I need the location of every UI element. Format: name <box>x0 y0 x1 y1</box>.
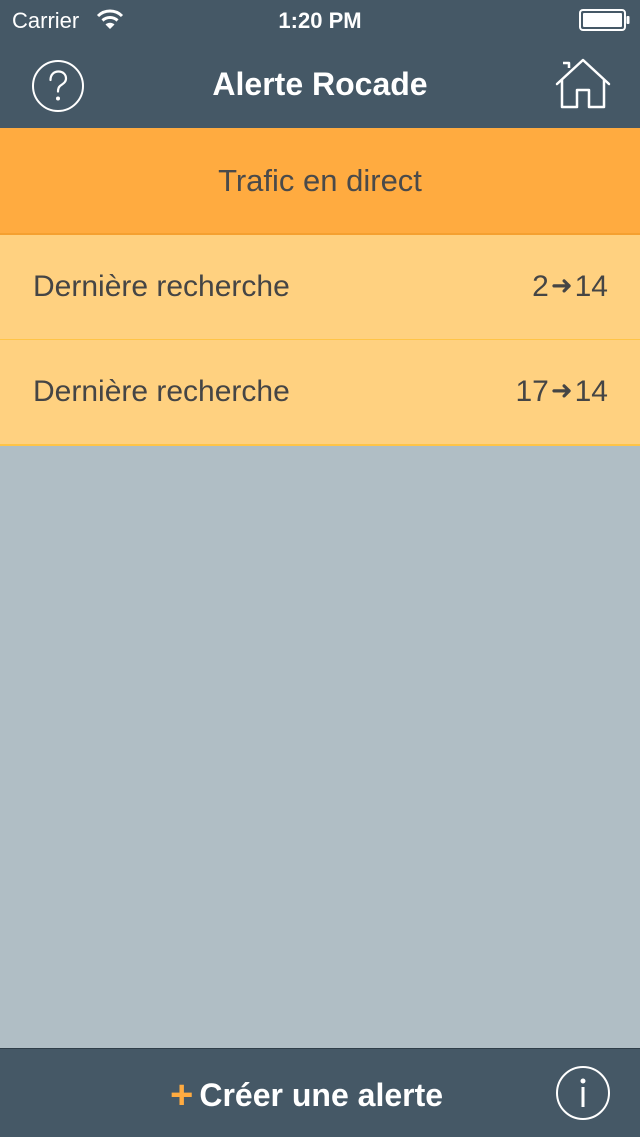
plus-icon: + <box>170 1073 194 1117</box>
home-icon[interactable] <box>555 57 611 111</box>
bottom-toolbar: + Créer une alerte <box>0 1048 640 1137</box>
route-to: 14 <box>574 375 608 408</box>
recent-search-label: Dernière recherche <box>33 270 290 303</box>
recent-search-row[interactable]: Dernière recherche 17➜14 <box>0 340 640 446</box>
route-to: 14 <box>574 270 608 303</box>
right-arrow-icon: ➜ <box>550 376 573 406</box>
route-exits: 2➜14 <box>532 270 608 304</box>
navigation-header: Carrier 1:20 PM Alerte Rocade <box>0 0 640 128</box>
right-arrow-icon: ➜ <box>550 271 573 301</box>
create-alert-label: Créer une alerte <box>199 1077 444 1113</box>
status-time: 1:20 PM <box>278 8 362 33</box>
live-traffic-label: Trafic en direct <box>218 163 422 198</box>
route-from: 17 <box>515 375 549 408</box>
route-exits: 17➜14 <box>515 375 608 409</box>
battery-icon <box>579 9 630 31</box>
status-bar: Carrier 1:20 PM <box>0 0 640 40</box>
page-title: Alerte Rocade <box>212 66 428 102</box>
recent-search-label: Dernière recherche <box>33 375 290 408</box>
info-circle-icon[interactable] <box>555 1065 611 1121</box>
create-alert-button[interactable]: + Créer une alerte <box>170 1069 470 1117</box>
route-from: 2 <box>532 270 549 303</box>
recent-search-row[interactable]: Dernière recherche 2➜14 <box>0 235 640 341</box>
live-traffic-button[interactable]: Trafic en direct <box>0 128 640 235</box>
